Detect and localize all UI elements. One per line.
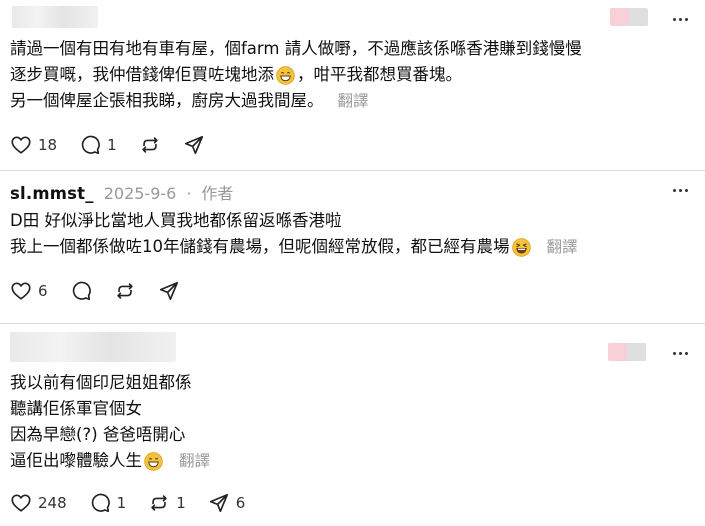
blurred-avatar (610, 8, 648, 26)
comment-button[interactable]: 1 (89, 492, 127, 514)
more-options-icon[interactable] (669, 182, 691, 198)
action-bar: 248 1 1 6 (10, 491, 267, 515)
post-line: 我上一個都係做咗10年儲錢有農場，但呢個經常放假，都已經有農場 翻譯 (10, 234, 578, 260)
like-button[interactable]: 248 (10, 492, 67, 514)
post-line: 請過一個有田有地有車有屋，個farm 請人做嘢￼，不過應該係喺香港賺到錢慢慢 (10, 39, 582, 58)
post-line: 我以前有個印尼姐姐都係 (10, 373, 192, 392)
repost-icon (116, 283, 133, 299)
grinning-sweat-emoji (144, 451, 163, 471)
thread-post-1: 請過一個有田有地有車有屋，個farm 請人做嘢￼，不過應該係喺香港賺到錢慢慢 逐… (0, 0, 705, 170)
like-button[interactable]: 18 (10, 134, 57, 156)
like-button[interactable]: 6 (10, 280, 48, 302)
heart-icon (11, 136, 31, 154)
author-tag: 作者 (201, 184, 234, 203)
post-body: 我以前有個印尼姐姐都係 聽講佢係軍官個女 因為早戀(?) 爸爸唔開心 逼佢出嚟體… (10, 370, 210, 474)
post-line: 因為早戀(?) 爸爸唔開心 (10, 425, 186, 444)
share-icon (159, 281, 178, 301)
action-bar: 6 (10, 279, 202, 303)
more-options-icon[interactable] (669, 11, 691, 27)
share-button[interactable]: 6 (208, 492, 246, 514)
grinning-sweat-emoji (276, 65, 295, 85)
like-count: 6 (38, 282, 48, 300)
more-options-icon[interactable] (669, 345, 691, 361)
post-body: 請過一個有田有地有車有屋，個farm 請人做嘢￼，不過應該係喺香港賺到錢慢慢 逐… (10, 36, 582, 114)
like-count: 18 (38, 136, 58, 154)
post-line: 逐步買嘅，我仲借錢俾佢買咗塊地添 ，咁平我都想買番塊。 (10, 65, 462, 85)
translate-link[interactable]: 翻譯 (338, 88, 369, 114)
comment-button[interactable] (70, 280, 92, 302)
comment-icon (91, 493, 110, 513)
post-date: 2025-9-6 (103, 184, 177, 203)
share-icon (184, 135, 203, 155)
share-count: 6 (235, 494, 246, 512)
repost-button[interactable] (114, 280, 136, 302)
like-count: 248 (38, 494, 67, 512)
share-button[interactable] (183, 134, 205, 156)
username[interactable]: sl.mmst_ (10, 184, 94, 203)
repost-button[interactable] (139, 134, 161, 156)
repost-count: 1 (176, 494, 186, 512)
post-line: 另一個俾屋企張相我睇，廚房大過我間屋。 翻譯 (10, 88, 582, 114)
translate-link[interactable]: 翻譯 (179, 448, 210, 474)
share-icon (209, 493, 228, 513)
laughing-emoji (511, 237, 531, 257)
post-line: D田 好似淨比當地人買￼我地都係留返喺香港啦 (10, 211, 342, 230)
heart-icon (11, 494, 31, 512)
blurred-avatar (608, 343, 646, 361)
heart-icon (11, 282, 31, 300)
repost-icon (151, 495, 167, 511)
action-bar: 18 1 (10, 133, 227, 157)
post-body: D田 好似淨比當地人買￼我地都係留返喺香港啦 我上一個都係做咗10年儲錢有農場，… (10, 208, 578, 260)
post-header: sl.mmst_ 2025-9-6 · 作者 (10, 180, 233, 204)
translate-link[interactable]: 翻譯 (547, 234, 578, 260)
post-line: 聽講佢係軍官個女 (10, 399, 142, 418)
meta-separator: · (186, 184, 192, 203)
thread-post-3: 我以前有個印尼姐姐都係 聽講佢係軍官個女 因為早戀(?) 爸爸唔開心 逼佢出嚟體… (0, 324, 705, 526)
comment-count: 1 (116, 494, 127, 512)
blurred-username (12, 6, 98, 28)
comment-button[interactable]: 1 (79, 134, 117, 156)
repost-button[interactable]: 1 (148, 492, 186, 514)
repost-icon (141, 137, 158, 153)
post-line: 逼佢出嚟體驗人生 翻譯 (10, 448, 210, 474)
thread-post-2: sl.mmst_ 2025-9-6 · 作者 D田 好似淨比當地人買￼我地都係留… (0, 171, 705, 323)
share-button[interactable] (158, 280, 180, 302)
blurred-username (10, 332, 176, 362)
comment-count: 1 (107, 136, 117, 154)
comment-icon (72, 281, 91, 301)
comment-icon (81, 135, 100, 155)
